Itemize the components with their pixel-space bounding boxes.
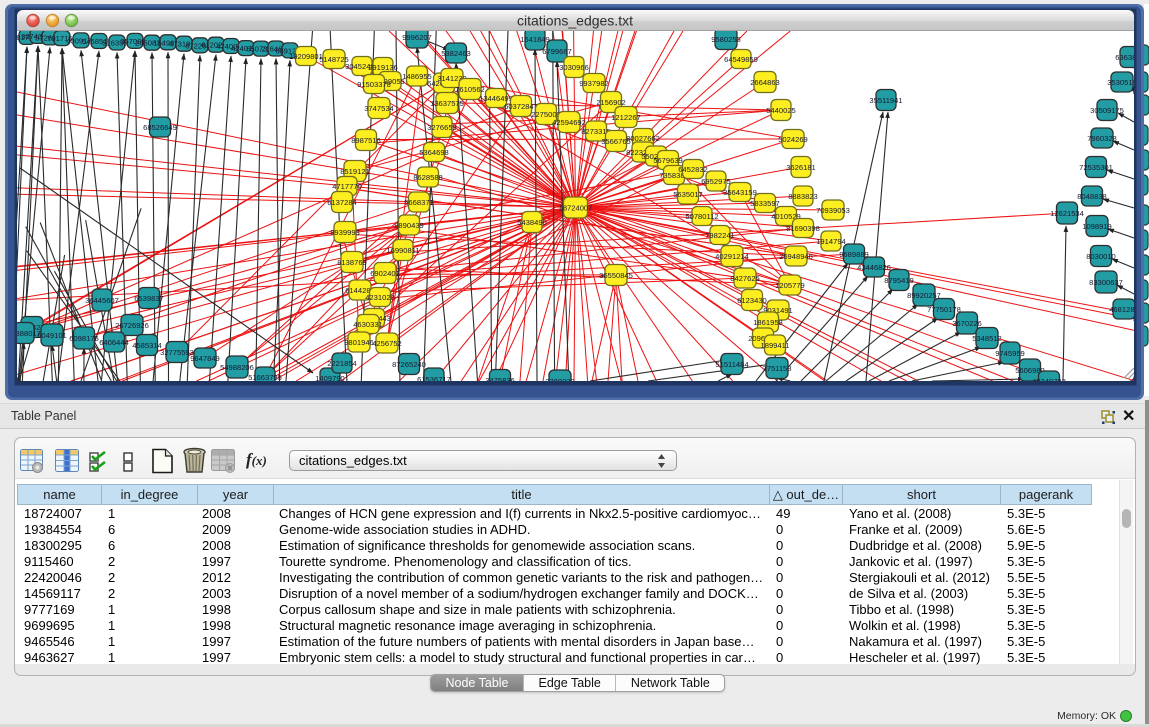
- svg-text:72535301: 72535301: [1079, 163, 1113, 172]
- svg-text:70939053: 70939053: [816, 206, 850, 215]
- svg-text:18724007: 18724007: [559, 204, 593, 213]
- svg-text:8628588: 8628588: [413, 173, 443, 182]
- svg-text:8890439: 8890439: [394, 221, 424, 230]
- svg-text:2664863: 2664863: [750, 78, 780, 87]
- svg-text:42594692: 42594692: [552, 118, 586, 127]
- svg-text:6098175: 6098175: [69, 334, 99, 343]
- svg-text:35643159: 35643159: [723, 188, 757, 197]
- svg-text:3276659: 3276659: [427, 123, 457, 132]
- svg-text:2156902: 2156902: [596, 98, 626, 107]
- svg-text:8519121: 8519121: [340, 167, 370, 176]
- svg-text:3670226: 3670226: [952, 319, 982, 328]
- svg-text:8795419: 8795419: [884, 276, 914, 285]
- svg-text:6539837: 6539837: [134, 294, 164, 303]
- svg-text:citations_edges.txt: citations_edges.txt: [517, 13, 633, 29]
- svg-text:6452832: 6452832: [678, 165, 708, 174]
- svg-text:7751158: 7751158: [763, 364, 792, 373]
- svg-text:87265240: 87265240: [392, 360, 426, 369]
- svg-text:68526649: 68526649: [143, 123, 177, 132]
- svg-text:4717770: 4717770: [332, 182, 362, 191]
- svg-text:64549859: 64549859: [724, 55, 758, 64]
- svg-text:36550845: 36550845: [599, 271, 633, 280]
- svg-text:32775593: 32775593: [160, 348, 194, 357]
- svg-text:9996207: 9996207: [402, 33, 432, 42]
- svg-text:43446826: 43446826: [857, 263, 891, 272]
- svg-text:8138769: 8138769: [337, 258, 367, 267]
- svg-text:5438490: 5438490: [517, 218, 547, 227]
- svg-text:6049101: 6049101: [37, 331, 67, 340]
- svg-text:9937982: 9937982: [579, 79, 609, 88]
- svg-text:1861958: 1861958: [753, 318, 783, 327]
- svg-text:4585314: 4585314: [132, 341, 162, 350]
- svg-text:8048838: 8048838: [1077, 192, 1107, 201]
- svg-text:51663795: 51663795: [248, 373, 282, 382]
- svg-text:5364698: 5364698: [419, 148, 449, 157]
- svg-text:6406444: 6406444: [99, 338, 129, 347]
- svg-text:13637575: 13637575: [430, 99, 464, 108]
- svg-text:8987516: 8987516: [351, 136, 381, 145]
- svg-text:5348512: 5348512: [972, 334, 1002, 343]
- svg-text:5024269: 5024269: [778, 135, 808, 144]
- svg-text:51511484: 51511484: [715, 360, 748, 369]
- svg-text:9801946: 9801946: [344, 338, 374, 347]
- svg-text:50780112: 50780112: [685, 212, 718, 221]
- svg-text:36445607: 36445607: [85, 296, 119, 305]
- svg-text:1641849: 1641849: [520, 35, 550, 44]
- svg-text:2919136: 2919136: [368, 63, 398, 72]
- svg-text:26948946: 26948946: [779, 252, 813, 261]
- svg-text:6137284: 6137284: [327, 198, 357, 207]
- svg-text:5833597: 5833597: [750, 199, 780, 208]
- svg-text:35511941: 35511941: [869, 96, 902, 105]
- svg-text:5440025: 5440025: [766, 106, 796, 115]
- svg-text:8939993: 8939993: [330, 228, 360, 237]
- svg-text:5635017: 5635017: [673, 190, 703, 199]
- svg-text:4231028: 4231028: [365, 293, 395, 302]
- svg-text:6902401: 6902401: [370, 269, 400, 278]
- svg-text:5679639: 5679639: [653, 156, 683, 165]
- svg-text:3030966: 3030966: [559, 63, 589, 72]
- svg-text:8427625: 8427625: [730, 274, 760, 283]
- svg-text:12621534: 12621534: [1050, 209, 1084, 218]
- svg-text:2221854: 2221854: [327, 359, 357, 368]
- svg-text:5668371: 5668371: [404, 198, 434, 207]
- svg-text:1899411: 1899411: [761, 341, 790, 350]
- svg-text:1914794: 1914794: [816, 237, 846, 246]
- svg-text:26726926: 26726926: [115, 321, 149, 330]
- svg-text:81690398: 81690398: [786, 224, 820, 233]
- svg-text:6952975: 6952975: [701, 177, 731, 186]
- svg-text:30509175: 30509175: [1090, 106, 1124, 115]
- svg-text:6123430: 6123430: [737, 296, 767, 305]
- svg-text:9689889: 9689889: [839, 250, 869, 259]
- svg-text:8883823: 8883823: [788, 192, 818, 201]
- svg-text:1212267: 1212267: [611, 113, 641, 122]
- svg-text:7610562: 7610562: [455, 85, 485, 94]
- svg-text:4256752: 4256752: [372, 339, 402, 348]
- svg-text:91503378: 91503378: [357, 80, 391, 89]
- svg-text:1205779: 1205779: [775, 281, 805, 290]
- svg-text:83300637: 83300637: [1089, 278, 1123, 287]
- svg-text:9647849: 9647849: [190, 354, 220, 363]
- svg-text:40291214: 40291214: [715, 252, 749, 261]
- svg-text:16990811: 16990811: [386, 246, 419, 255]
- svg-text:3626181: 3626181: [786, 163, 816, 172]
- svg-text:77750178: 77750178: [927, 305, 961, 314]
- svg-text:3747534: 3747534: [364, 104, 394, 113]
- svg-text:9580255: 9580255: [711, 35, 741, 44]
- svg-text:54988206: 54988206: [220, 363, 254, 372]
- svg-text:4630331: 4630331: [353, 320, 383, 329]
- svg-text:1098919: 1098919: [1082, 222, 1112, 231]
- svg-text:19209801: 19209801: [289, 52, 323, 61]
- svg-text:8030010: 8030010: [1086, 252, 1116, 261]
- svg-text:5382463: 5382463: [441, 49, 471, 58]
- svg-text:7960328: 7960328: [1087, 134, 1117, 143]
- svg-text:6799667: 6799667: [542, 47, 572, 56]
- svg-text:9745959: 9745959: [995, 349, 1025, 358]
- svg-text:3530518: 3530518: [1107, 78, 1137, 87]
- svg-text:7982241: 7982241: [705, 231, 735, 240]
